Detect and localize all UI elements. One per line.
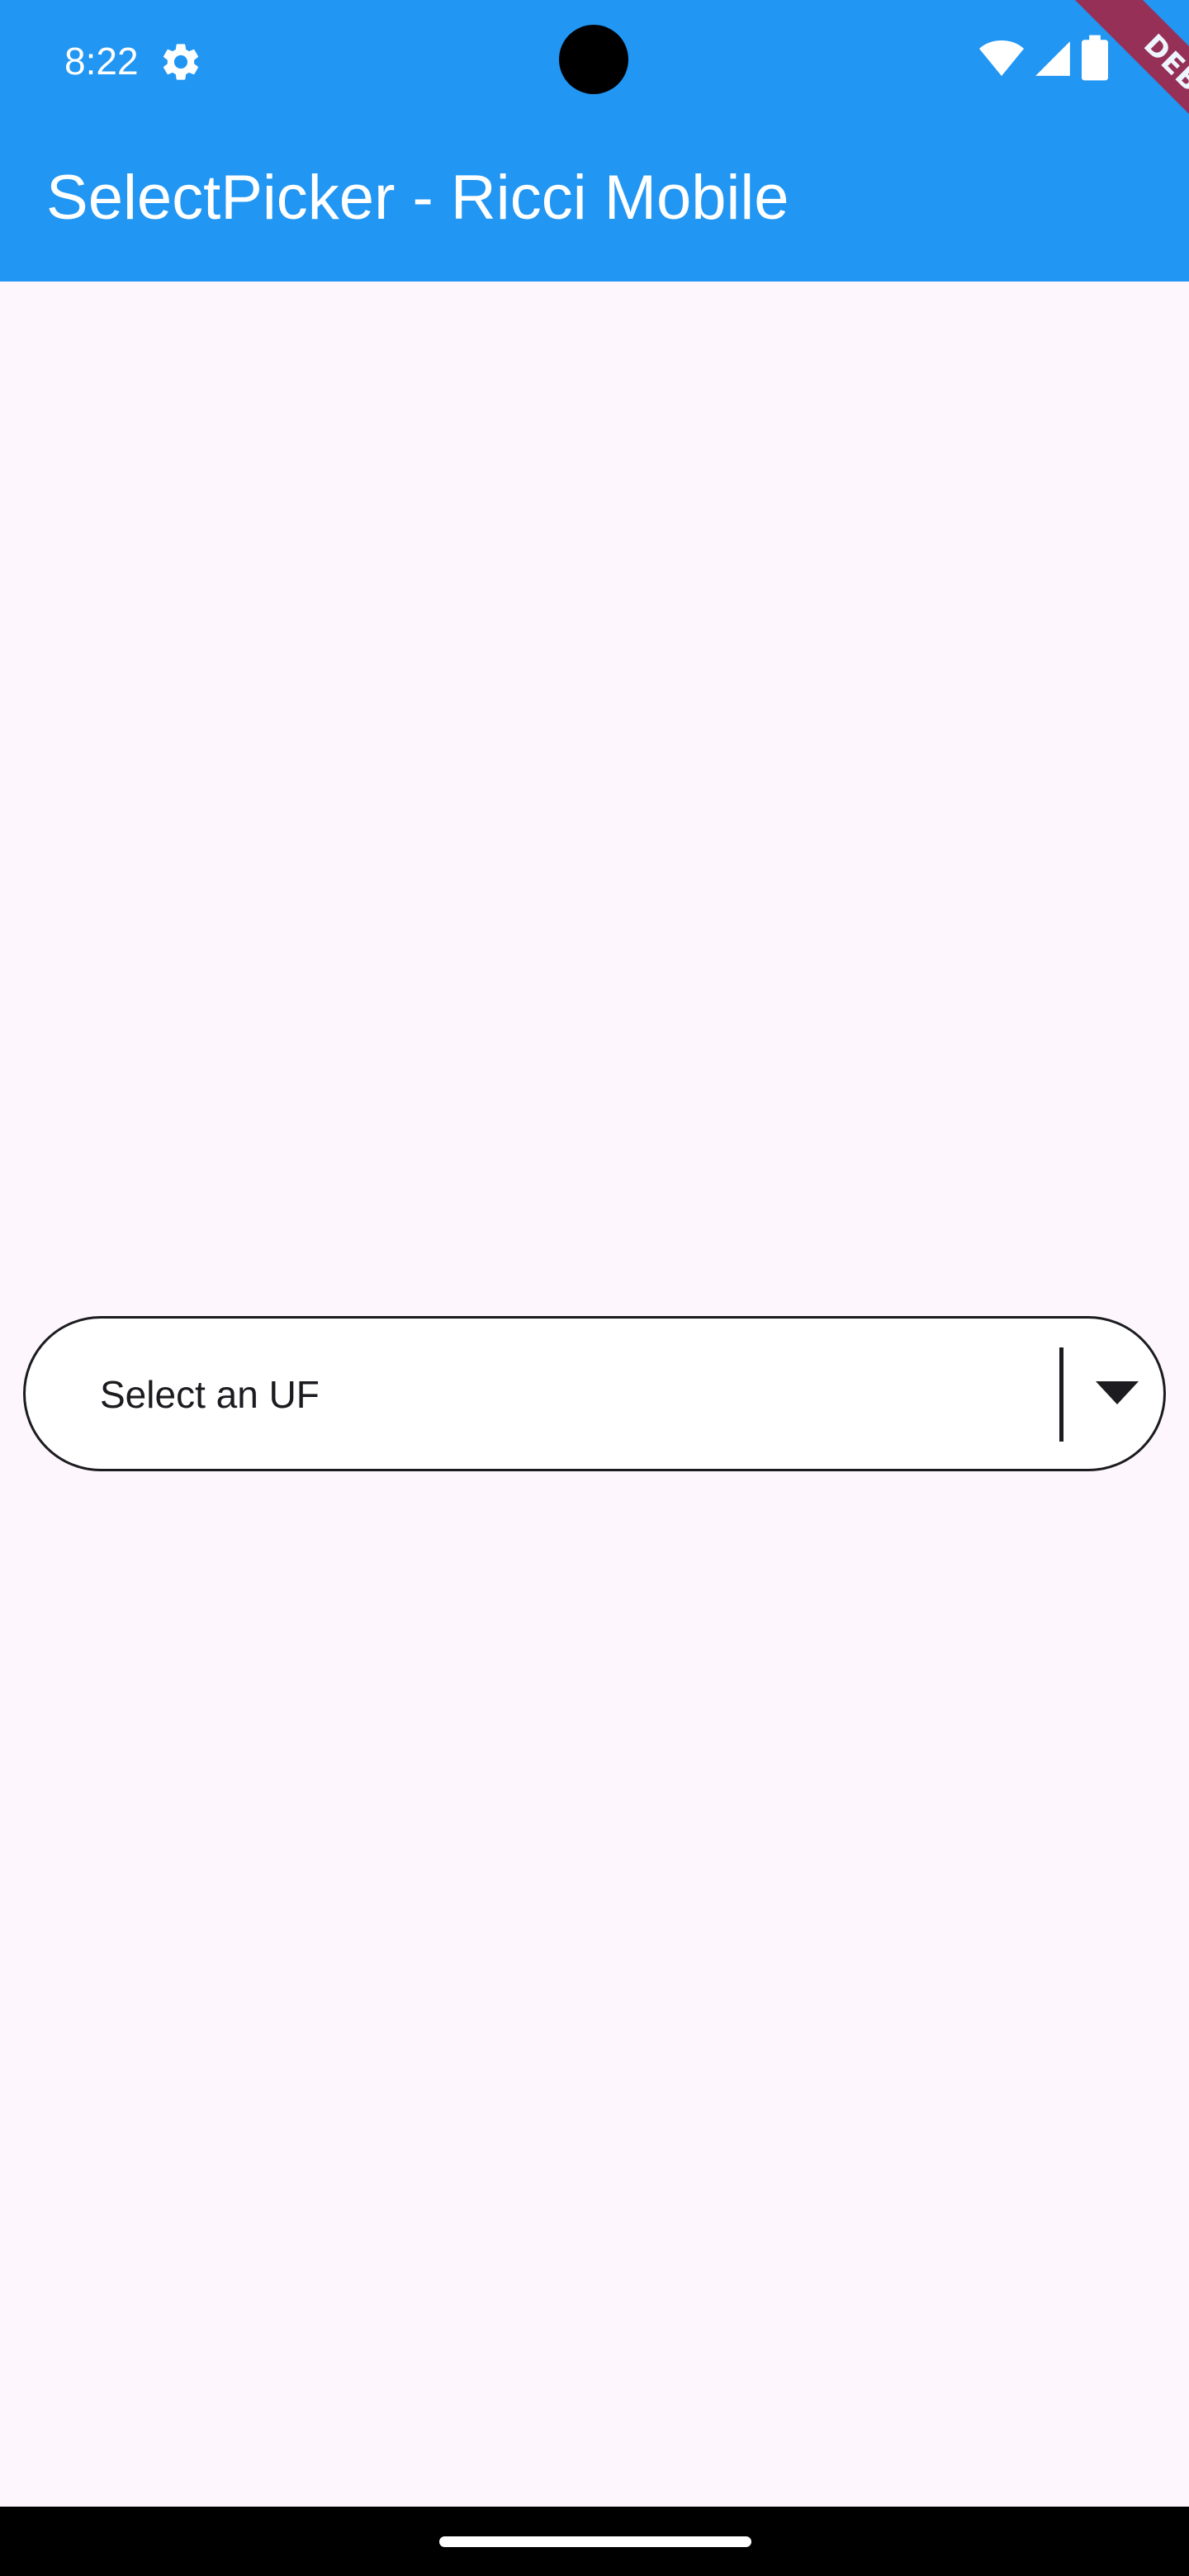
settings-icon: [163, 44, 199, 80]
system-navigation-bar: [0, 2507, 1189, 2576]
app-bar: 8:22 SelectPicker - Ricci Mobile DEBUG: [0, 0, 1189, 282]
signal-icon: [1035, 41, 1070, 76]
home-indicator[interactable]: [439, 2536, 751, 2547]
status-time: 8:22: [64, 40, 139, 83]
status-bar: 8:22: [0, 0, 1189, 122]
battery-icon: [1082, 35, 1108, 81]
chevron-down-icon[interactable]: [1096, 1381, 1139, 1404]
camera-cutout: [559, 25, 628, 94]
uf-select-dropdown[interactable]: Select an UF: [23, 1316, 1166, 1471]
select-divider: [1059, 1347, 1063, 1442]
select-placeholder: Select an UF: [100, 1373, 320, 1416]
wifi-icon: [979, 40, 1024, 76]
page-title: SelectPicker - Ricci Mobile: [46, 163, 789, 233]
